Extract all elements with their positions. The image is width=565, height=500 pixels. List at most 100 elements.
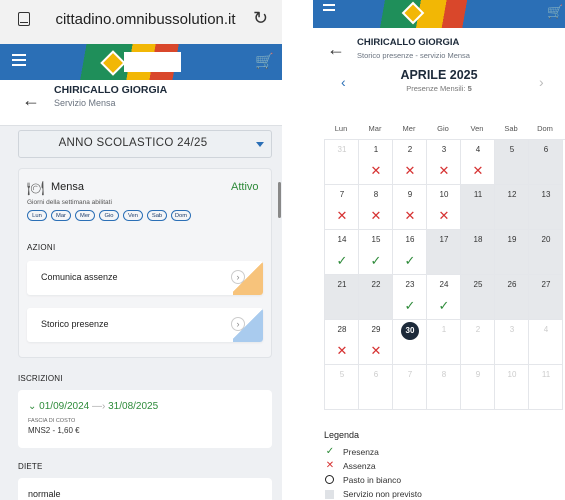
calendar-day[interactable]: 14 ✓: [325, 230, 359, 275]
school-year-select[interactable]: ANNO SCOLASTICO 24/25: [18, 130, 272, 158]
reload-icon[interactable]: ↻: [253, 8, 268, 29]
calendar-day[interactable]: 12: [495, 185, 529, 230]
calendar-day[interactable]: 6: [359, 365, 393, 410]
calendar-day[interactable]: 27: [529, 275, 563, 320]
enabled-days-label: Giorni della settimana abilitati: [27, 199, 112, 206]
day-number: 21: [337, 280, 347, 289]
day-number: 17: [439, 235, 449, 244]
storico-presenze-button[interactable]: Storico presenze ›: [27, 308, 263, 342]
calendar-day[interactable]: 5: [325, 365, 359, 410]
day-number: 8: [441, 370, 447, 379]
day-number: 18: [473, 235, 483, 244]
cross-icon: ✕: [370, 163, 382, 178]
calendar-day[interactable]: 22: [359, 275, 393, 320]
day-chip: Sab: [147, 210, 167, 221]
calendar-day[interactable]: 19: [495, 230, 529, 275]
calendar-day[interactable]: 3 ✕: [427, 140, 461, 185]
cross-icon: ✕: [370, 343, 382, 358]
calendar-day[interactable]: 31: [325, 140, 359, 185]
app-bar: 🛒: [0, 44, 282, 80]
legend-item: ✕ Assenza: [324, 460, 524, 472]
day-number: 19: [507, 235, 517, 244]
calendar-day[interactable]: 8 ✕: [359, 185, 393, 230]
back-arrow-icon[interactable]: ←: [22, 90, 40, 111]
date-to: 31/08/2025: [108, 401, 159, 412]
calendar-day[interactable]: 17: [427, 230, 461, 275]
calendar-day[interactable]: 15 ✓: [359, 230, 393, 275]
diete-heading: DIETE: [18, 462, 43, 471]
back-arrow-icon[interactable]: ←: [327, 39, 345, 60]
hamburger-menu-icon[interactable]: [323, 4, 335, 14]
weekday-label: Sab: [504, 124, 518, 133]
page-header: ← CHIRICALLO GIORGIA Storico presenze - …: [313, 28, 565, 70]
calendar-day[interactable]: 7 ✕: [325, 185, 359, 230]
calendar-day[interactable]: 24 ✓: [427, 275, 461, 320]
calendar-day[interactable]: 10: [495, 365, 529, 410]
calendar-day[interactable]: 13: [529, 185, 563, 230]
calendar-day[interactable]: 25: [461, 275, 495, 320]
calendar-day[interactable]: 9 ✕: [393, 185, 427, 230]
chevron-right-icon: ›: [231, 317, 245, 331]
diete-card[interactable]: normale: [18, 478, 272, 500]
calendar-day[interactable]: 21: [325, 275, 359, 320]
cross-icon: ✕: [336, 208, 348, 223]
page-info-icon[interactable]: [18, 12, 30, 26]
calendar-day[interactable]: 2: [461, 320, 495, 365]
day-number: 27: [541, 280, 551, 289]
calendar-day[interactable]: 7: [393, 365, 427, 410]
calendar-day[interactable]: 20: [529, 230, 563, 275]
calendar-day[interactable]: 1: [427, 320, 461, 365]
next-month-icon[interactable]: ›: [539, 74, 544, 90]
cart-icon[interactable]: 🛒: [255, 52, 274, 70]
scrollbar[interactable]: [278, 182, 281, 218]
day-number: 6: [543, 145, 549, 154]
calendar-day[interactable]: 8: [427, 365, 461, 410]
calendar-day[interactable]: 16 ✓: [393, 230, 427, 275]
calendar-grid: 31 1 ✕ 2 ✕ 3 ✕ 4 ✕ 5 6 7 ✕ 8 ✕ 9 ✕ 10 ✕ 11 12 13 14 ✓ 15 ✓ 16 ✓ 17 18…: [324, 139, 565, 410]
day-number: 20: [541, 235, 551, 244]
calendar-day[interactable]: 3: [495, 320, 529, 365]
hamburger-menu-icon[interactable]: [12, 54, 26, 69]
user-name: CHIRICALLO GIORGIA: [357, 37, 460, 48]
day-number: 25: [473, 280, 483, 289]
url-text[interactable]: cittadino.omnibussolution.it: [48, 11, 243, 28]
calendar-day[interactable]: 9: [461, 365, 495, 410]
day-number: 2: [475, 325, 481, 334]
calendar-day[interactable]: 23 ✓: [393, 275, 427, 320]
cross-icon: ✕: [336, 343, 348, 358]
legend-label: Pasto in bianco: [343, 475, 402, 485]
calendar-day[interactable]: 6: [529, 140, 563, 185]
status-badge: Attivo: [231, 181, 259, 193]
calendar-day[interactable]: 11: [529, 365, 563, 410]
iscrizione-card[interactable]: ⌄ 01/09/2024 —› 31/08/2025 FASCIA DI COS…: [18, 390, 272, 448]
user-name: CHIRICALLO GIORGIA: [54, 84, 168, 96]
day-number: 9: [407, 190, 413, 199]
calendar-day[interactable]: 28 ✕: [325, 320, 359, 365]
calendar-day[interactable]: 11: [461, 185, 495, 230]
day-number: 15: [371, 235, 381, 244]
check-icon: ✓: [336, 253, 348, 268]
calendar-day[interactable]: 18: [461, 230, 495, 275]
redacted-box: [124, 52, 181, 72]
cross-icon: ✕: [438, 208, 450, 223]
calendar-day[interactable]: 29 ✕: [359, 320, 393, 365]
day-number: 24: [439, 280, 449, 289]
monthly-presences: Presenze Mensili: 5: [353, 84, 525, 93]
page-subtitle: Servizio Mensa: [54, 98, 116, 108]
comunica-assenze-button[interactable]: Comunica assenze ›: [27, 261, 263, 295]
day-number: 13: [541, 190, 551, 199]
day-number: 1: [373, 145, 379, 154]
circle-icon: [325, 475, 334, 484]
calendar-day[interactable]: 5: [495, 140, 529, 185]
calendar-day[interactable]: 10 ✕: [427, 185, 461, 230]
calendar-day-today[interactable]: 30: [393, 320, 427, 365]
calendar-day[interactable]: 26: [495, 275, 529, 320]
calendar-day[interactable]: 4: [529, 320, 563, 365]
cart-icon[interactable]: 🛒: [547, 4, 563, 20]
calendar-day[interactable]: 2 ✕: [393, 140, 427, 185]
calendar-day[interactable]: 1 ✕: [359, 140, 393, 185]
previous-month-icon[interactable]: ‹: [341, 74, 346, 90]
day-number: 31: [337, 145, 347, 154]
day-number: 5: [509, 145, 515, 154]
calendar-day[interactable]: 4 ✕: [461, 140, 495, 185]
